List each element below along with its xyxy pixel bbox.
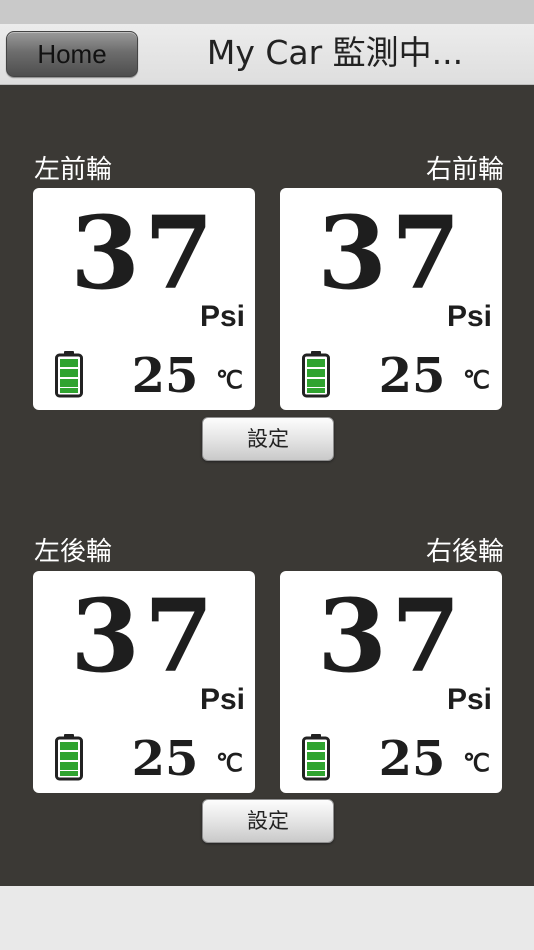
rear-right-label: 右後輪 [425, 537, 504, 567]
pressure-unit: Psi [446, 300, 492, 333]
bottom-bar [0, 886, 534, 950]
pressure-value: 37 [317, 194, 465, 312]
front-settings-button[interactable]: 設定 [202, 417, 334, 461]
home-button[interactable]: Home [6, 31, 138, 77]
temperature-value: 25 [378, 731, 446, 787]
pressure-unit: Psi [446, 683, 492, 716]
tire-card-front-left: 37 Psi 25 ℃ [33, 188, 255, 410]
page-title: My Car 監測中... [206, 33, 464, 72]
temperature-value: 25 [131, 348, 199, 404]
tire-card-front-right: 37 Psi 25 ℃ [280, 188, 502, 410]
status-bar [0, 0, 534, 24]
battery-icon [302, 734, 330, 781]
rear-settings-button[interactable]: 設定 [202, 799, 334, 843]
front-left-label: 左前輪 [34, 155, 113, 185]
pressure-value: 37 [70, 194, 218, 312]
temperature-value: 25 [378, 348, 446, 404]
temperature-unit: ℃ [216, 367, 243, 394]
pressure-value: 37 [70, 577, 218, 695]
pressure-unit: Psi [199, 300, 245, 333]
rear-left-label: 左後輪 [34, 537, 113, 567]
temperature-value: 25 [131, 731, 199, 787]
temperature-unit: ℃ [463, 750, 490, 777]
nav-bar: Home My Car 監測中... [0, 24, 534, 85]
battery-icon [55, 351, 83, 398]
tire-card-rear-left: 37 Psi 25 ℃ [33, 571, 255, 793]
pressure-value: 37 [317, 577, 465, 695]
battery-icon [55, 734, 83, 781]
pressure-unit: Psi [199, 683, 245, 716]
front-right-label: 右前輪 [425, 155, 504, 185]
temperature-unit: ℃ [216, 750, 243, 777]
tire-card-rear-right: 37 Psi 25 ℃ [280, 571, 502, 793]
temperature-unit: ℃ [463, 367, 490, 394]
battery-icon [302, 351, 330, 398]
